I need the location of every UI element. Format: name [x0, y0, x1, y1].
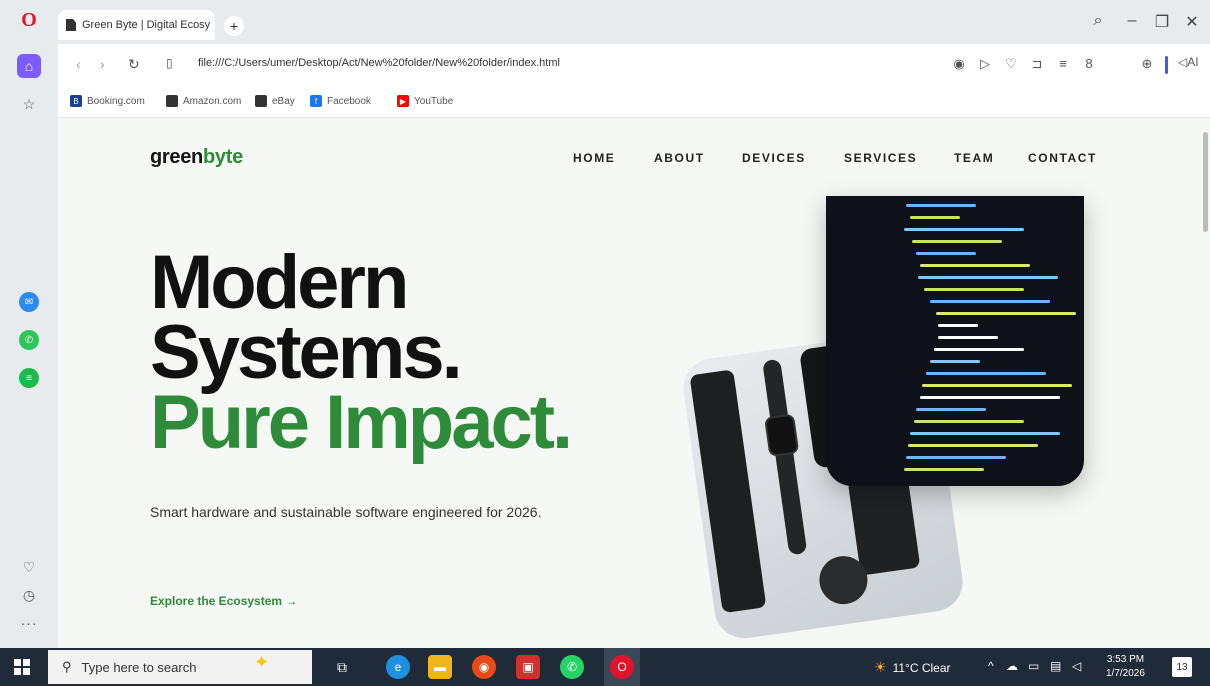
watch-strap-shape — [762, 358, 808, 556]
reload-icon[interactable]: ↻ — [128, 56, 140, 73]
browser-sidebar: O ⌂ ☆ ✉ ✆ ≡ ♡ ◷ ··· — [0, 0, 58, 648]
search-icon: ⚲ — [62, 659, 72, 674]
pinboard-icon[interactable]: ☆ — [17, 92, 41, 116]
opera-icon[interactable]: O — [610, 655, 634, 679]
close-button[interactable]: ✕ — [1180, 12, 1204, 32]
page-icon — [166, 95, 178, 107]
spotify-icon[interactable]: ≡ — [19, 368, 39, 388]
facebook-icon: f — [310, 95, 322, 107]
messenger-icon[interactable]: ✉ — [19, 292, 39, 312]
booking-icon: B — [70, 95, 82, 107]
file-explorer-icon[interactable]: ▬ — [428, 655, 452, 679]
nav-devices[interactable]: DEVICES — [742, 151, 806, 165]
heart-icon[interactable]: ♡ — [17, 555, 41, 579]
cloud-icon[interactable]: ☁ — [1006, 659, 1018, 673]
page-icon — [66, 19, 76, 31]
menu-icon[interactable]: ≡ — [1054, 56, 1072, 71]
hero-line-2: Systems. — [150, 310, 463, 395]
power-bank-shape — [847, 472, 921, 576]
taskbar: ⚲ Type here to search ✦ ⧉ e ▬ ◉ ▣ ✆ O ☀ … — [0, 648, 1210, 686]
whatsapp-icon[interactable]: ✆ — [19, 330, 39, 350]
sparkle-icon[interactable]: ✦ — [254, 652, 269, 673]
new-tab-button[interactable]: + — [224, 16, 244, 36]
volume-icon[interactable]: ◁ — [1072, 659, 1081, 673]
site-logo[interactable]: greenbyte — [150, 146, 243, 169]
hero-title: Modern Systems. Pure Impact. — [150, 240, 573, 465]
network-icon[interactable]: ▤ — [1050, 659, 1061, 673]
tab-active[interactable]: Green Byte | Digital Ecosy — [58, 10, 215, 40]
nav-team[interactable]: TEAM — [954, 151, 994, 165]
page-icon — [255, 95, 267, 107]
heart-icon[interactable]: ♡ — [1002, 56, 1020, 72]
bookmarks-bar: B Booking.com Amazon.com eBay f Facebook… — [58, 86, 1210, 118]
nav-about[interactable]: ABOUT — [654, 151, 705, 165]
more-icon[interactable]: ··· — [17, 611, 41, 635]
weather-icon: ☀ — [874, 659, 887, 675]
hero-line-3: Pure Impact. — [150, 380, 573, 465]
tab-title: Green Byte | Digital Ecosy — [82, 19, 211, 31]
bookmark-amazon[interactable]: Amazon.com — [166, 95, 241, 107]
whatsapp-icon[interactable]: ✆ — [560, 655, 584, 679]
page-scrollbar[interactable] — [1203, 132, 1208, 232]
history-icon[interactable]: ◷ — [17, 583, 41, 607]
vpn-icon[interactable]: ⊕ — [1138, 56, 1156, 72]
file-icon: ▯ — [166, 56, 173, 70]
chat-icon[interactable]: ▭ — [1028, 659, 1039, 673]
weather-widget[interactable]: ☀ 11°C Clear — [874, 659, 951, 676]
hero-subtitle: Smart hardware and sustainable software … — [150, 504, 542, 520]
extension-icon[interactable]: 8 — [1080, 56, 1098, 71]
back-icon[interactable]: ‹ — [76, 56, 81, 72]
camera-icon[interactable]: ◉ — [950, 56, 968, 72]
code-photo — [826, 196, 1084, 486]
forward-icon[interactable]: › — [100, 56, 105, 72]
ai-button[interactable]: ◁AI — [1178, 55, 1199, 69]
home-icon[interactable]: ⌂ — [17, 54, 41, 78]
bookmark-youtube[interactable]: ▶ YouTube — [397, 95, 453, 107]
clock[interactable]: 3:53 PM 1/7/2026 — [1106, 653, 1145, 681]
edge-icon[interactable]: e — [386, 655, 410, 679]
taskbar-search[interactable]: ⚲ Type here to search — [48, 650, 312, 684]
youtube-icon: ▶ — [397, 95, 409, 107]
address-bar: ‹ › ↻ ▯ file:///C:/Users/umer/Desktop/Ac… — [58, 44, 1210, 86]
nav-home[interactable]: HOME — [573, 151, 615, 165]
chevron-up-icon[interactable]: ^ — [988, 659, 994, 673]
app-icon[interactable]: ▣ — [516, 655, 540, 679]
bookmark-facebook[interactable]: f Facebook — [310, 95, 371, 107]
site-header: greenbyte HOME ABOUT DEVICES SERVICES TE… — [58, 118, 1203, 198]
watch-face-shape — [764, 413, 800, 458]
ai-indicator — [1165, 56, 1168, 74]
tablet-shape — [689, 369, 767, 614]
notifications-button[interactable]: 13 — [1172, 657, 1192, 677]
bookmark-booking[interactable]: B Booking.com — [70, 95, 145, 107]
minimize-button[interactable]: – — [1120, 12, 1144, 30]
nav-contact[interactable]: CONTACT — [1028, 151, 1097, 165]
nav-services[interactable]: SERVICES — [844, 151, 917, 165]
page-viewport: greenbyte HOME ABOUT DEVICES SERVICES TE… — [58, 118, 1210, 648]
chrome-icon[interactable]: ◉ — [472, 655, 496, 679]
explore-link[interactable]: Explore the Ecosystem → — [150, 594, 297, 608]
opera-logo-icon[interactable]: O — [17, 8, 41, 32]
hero-line-1: Modern — [150, 240, 409, 325]
task-view-icon[interactable]: ⧉ — [330, 655, 354, 679]
url-field[interactable]: file:///C:/Users/umer/Desktop/Act/New%20… — [198, 57, 560, 69]
windows-start-icon[interactable] — [14, 659, 30, 675]
search-tabs-icon[interactable]: ⌕ — [1086, 12, 1110, 30]
restore-button[interactable]: ❐ — [1150, 12, 1174, 32]
tab-strip: Green Byte | Digital Ecosy + ⌕ – ❐ ✕ — [58, 0, 1210, 44]
bookmark-ebay[interactable]: eBay — [255, 95, 295, 107]
send-icon[interactable]: ▷ — [976, 56, 994, 72]
snapshot-icon[interactable]: ⊐ — [1028, 56, 1046, 72]
